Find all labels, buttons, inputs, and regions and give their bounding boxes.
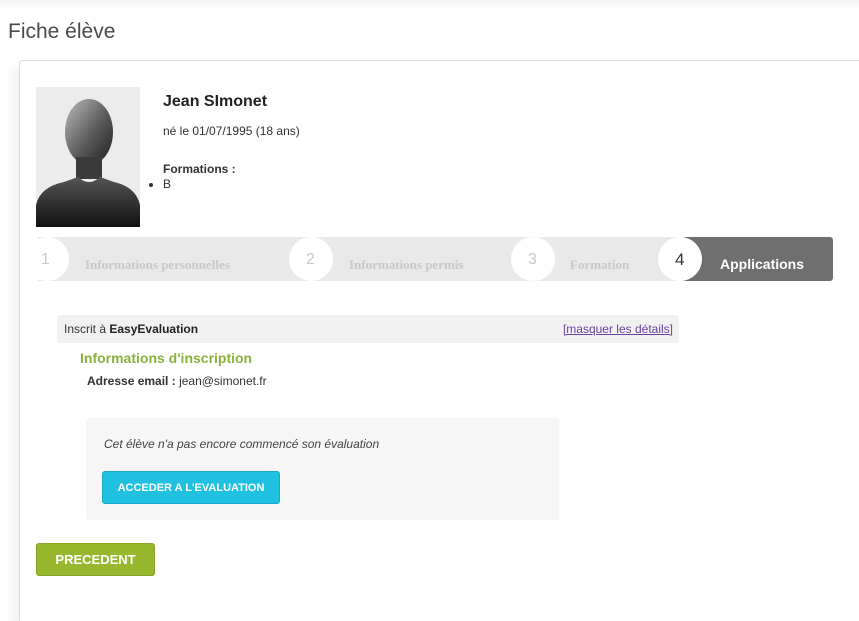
student-name: Jean SImonet bbox=[163, 93, 268, 110]
application-name: EasyEvaluation bbox=[109, 322, 199, 336]
formations-list: B bbox=[148, 177, 171, 191]
access-evaluation-button[interactable]: ACCEDER A L'EVALUATION bbox=[102, 471, 280, 504]
page-title: Fiche élève bbox=[8, 20, 116, 43]
email-value: jean@simonet.fr bbox=[179, 374, 267, 388]
previous-button[interactable]: PRECEDENT bbox=[36, 543, 155, 576]
step-4-label: Applications bbox=[720, 256, 805, 272]
step-1-label: Informations personnelles bbox=[85, 257, 230, 272]
step-4-number: 4 bbox=[675, 250, 685, 269]
wizard-stepper: 1 Informations personnelles 2 Informatio… bbox=[30, 237, 833, 281]
email-line: Adresse email : jean@simonet.fr bbox=[87, 374, 267, 388]
avatar bbox=[36, 87, 140, 227]
application-prefix: Inscrit à bbox=[64, 322, 107, 336]
top-bar bbox=[0, 0, 859, 10]
step-2-number: 2 bbox=[306, 251, 315, 268]
application-registration: Inscrit à EasyEvaluation bbox=[64, 322, 198, 336]
evaluation-status: Cet élève n'a pas encore commencé son év… bbox=[104, 437, 380, 451]
user-silhouette-icon bbox=[36, 87, 140, 227]
registration-info-title: Informations d'inscription bbox=[80, 350, 253, 366]
student-birth-date: né le 01/07/1995 (18 ans) bbox=[163, 124, 300, 138]
step-3-number: 3 bbox=[528, 251, 537, 268]
formation-item: B bbox=[163, 177, 171, 191]
step-3-label: Formation bbox=[570, 257, 630, 272]
application-header: Inscrit à EasyEvaluation [masquer les dé… bbox=[57, 315, 679, 343]
email-label: Adresse email : bbox=[87, 374, 176, 388]
evaluation-box: Cet élève n'a pas encore commencé son év… bbox=[86, 418, 559, 520]
hide-details-link[interactable]: [masquer les détails] bbox=[563, 322, 673, 336]
step-1-number: 1 bbox=[41, 251, 50, 268]
step-2-label: Informations permis bbox=[349, 257, 464, 272]
formations-label: Formations : bbox=[163, 162, 236, 176]
